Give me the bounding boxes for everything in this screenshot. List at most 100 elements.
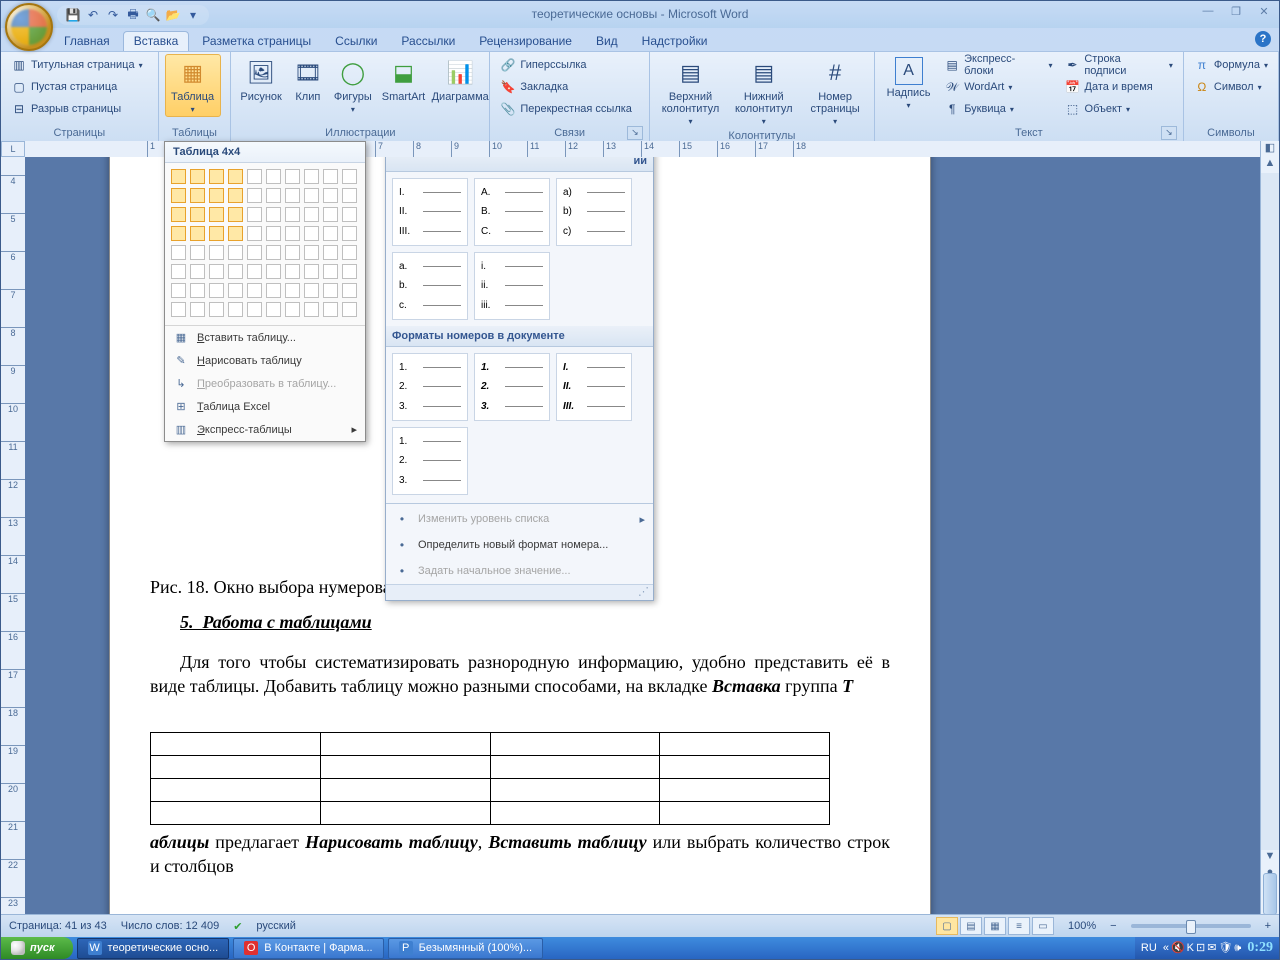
grid-cell[interactable] (209, 283, 224, 298)
grid-cell[interactable] (190, 207, 205, 222)
grid-cell[interactable] (285, 207, 300, 222)
btn-hyperlink[interactable]: Гиперссылка (496, 54, 636, 76)
grid-cell[interactable] (228, 302, 243, 317)
btn-shapes[interactable]: Фигуры (331, 54, 375, 117)
grid-cell[interactable] (342, 226, 357, 241)
grid-cell[interactable] (190, 245, 205, 260)
grid-cell[interactable] (228, 207, 243, 222)
tab-review[interactable]: Рецензирование (468, 31, 583, 51)
tab-addins[interactable]: Надстройки (631, 31, 719, 51)
grid-cell[interactable] (266, 169, 281, 184)
ruler-toggle-icon[interactable]: ◧ (1261, 141, 1279, 157)
grid-cell[interactable] (266, 207, 281, 222)
start-button[interactable]: пуск (1, 937, 73, 959)
grid-cell[interactable] (323, 169, 338, 184)
btn-header[interactable]: Верхний колонтитул (656, 54, 725, 129)
grid-cell[interactable] (285, 188, 300, 203)
grid-cell[interactable] (209, 207, 224, 222)
btn-footer[interactable]: Нижний колонтитул (729, 54, 798, 129)
grid-cell[interactable] (228, 169, 243, 184)
grid-cell[interactable] (285, 169, 300, 184)
view-draft[interactable]: ▭ (1032, 917, 1054, 935)
tab-view[interactable]: Вид (585, 31, 629, 51)
grid-cell[interactable] (190, 169, 205, 184)
qat-save-icon[interactable]: 💾 (65, 7, 81, 23)
grid-cell[interactable] (266, 226, 281, 241)
grid-cell[interactable] (285, 302, 300, 317)
vertical-ruler[interactable]: 456789101112131415161718192021222324 (1, 157, 26, 914)
vertical-scrollbar[interactable]: ◧ ▲ ▼ ● ⇑ ⇓ (1260, 141, 1279, 914)
taskbar-button[interactable]: PБезымянный (100%)... (388, 938, 543, 959)
scroll-down-button[interactable]: ▼ (1261, 850, 1279, 866)
grid-cell[interactable] (171, 302, 186, 317)
table-menu-item[interactable]: ▥Экспресс-таблицы▸ (165, 418, 365, 441)
links-launcher[interactable]: ↘ (627, 126, 643, 140)
grid-cell[interactable] (285, 264, 300, 279)
gallery-thumb[interactable]: a)b)c) (556, 178, 632, 246)
grid-cell[interactable] (171, 245, 186, 260)
grid-cell[interactable] (342, 245, 357, 260)
tray-clock[interactable]: 0:29 (1247, 940, 1273, 956)
grid-cell[interactable] (285, 226, 300, 241)
grid-cell[interactable] (323, 188, 338, 203)
grid-cell[interactable] (266, 188, 281, 203)
tray-lang[interactable]: RU (1141, 942, 1157, 954)
grid-cell[interactable] (304, 169, 319, 184)
btn-crossref[interactable]: Перекрестная ссылка (496, 98, 636, 120)
grid-cell[interactable] (266, 302, 281, 317)
grid-cell[interactable] (209, 264, 224, 279)
grid-cell[interactable] (342, 264, 357, 279)
grid-cell[interactable] (266, 264, 281, 279)
btn-object[interactable]: Объект (1061, 98, 1177, 120)
view-print-layout[interactable]: ▢ (936, 917, 958, 935)
btn-picture[interactable]: Рисунок (237, 54, 285, 106)
office-button[interactable] (5, 3, 53, 51)
grid-cell[interactable] (342, 302, 357, 317)
table-size-grid[interactable] (165, 163, 365, 325)
btn-symbol[interactable]: Символ (1190, 76, 1272, 98)
grid-cell[interactable] (247, 207, 262, 222)
gallery-thumb[interactable]: 1.2.3. (474, 353, 550, 421)
help-button[interactable]: ? (1255, 31, 1271, 47)
grid-cell[interactable] (190, 226, 205, 241)
taskbar-button[interactable]: OВ Контакте | Фарма... (233, 938, 383, 959)
grid-cell[interactable] (171, 283, 186, 298)
btn-blank-page[interactable]: ▢Пустая страница (7, 76, 147, 98)
grid-cell[interactable] (171, 264, 186, 279)
tray-icon[interactable]: « (1163, 942, 1169, 954)
tray-icon[interactable]: 🔇 (1171, 942, 1185, 954)
tray-icon[interactable]: ⊡ (1196, 942, 1205, 954)
table-menu-item[interactable]: ▦Вставить таблицу... (165, 326, 365, 349)
gallery-thumb[interactable]: I.II.III. (556, 353, 632, 421)
gallery-thumb[interactable]: 1.2.3. (392, 427, 468, 495)
scroll-up-button[interactable]: ▲ (1261, 157, 1279, 173)
grid-cell[interactable] (304, 207, 319, 222)
tab-references[interactable]: Ссылки (324, 31, 388, 51)
grid-cell[interactable] (342, 188, 357, 203)
gallery-thumb[interactable]: i.ii.iii. (474, 252, 550, 320)
ruler-corner[interactable]: L (1, 141, 25, 157)
status-language[interactable]: русский (256, 920, 295, 932)
grid-cell[interactable] (247, 283, 262, 298)
btn-wordart[interactable]: WordArt (940, 76, 1056, 98)
grid-cell[interactable] (304, 245, 319, 260)
grid-cell[interactable] (171, 188, 186, 203)
grid-cell[interactable] (323, 264, 338, 279)
grid-cell[interactable] (247, 169, 262, 184)
grid-cell[interactable] (342, 169, 357, 184)
tab-home[interactable]: Главная (53, 31, 121, 51)
grid-cell[interactable] (323, 283, 338, 298)
btn-quickparts[interactable]: ▤Экспресс-блоки (940, 54, 1056, 76)
text-launcher[interactable]: ↘ (1161, 126, 1177, 140)
grid-cell[interactable] (304, 302, 319, 317)
tray-icon[interactable]: K (1187, 942, 1194, 954)
btn-smartart[interactable]: SmartArt (379, 54, 428, 106)
grid-cell[interactable] (323, 226, 338, 241)
grid-cell[interactable] (266, 245, 281, 260)
restore-button[interactable]: ❐ (1225, 3, 1247, 19)
tab-insert[interactable]: Вставка (123, 31, 190, 51)
gallery-thumb[interactable]: A.B.C. (474, 178, 550, 246)
grid-cell[interactable] (190, 302, 205, 317)
grid-cell[interactable] (304, 188, 319, 203)
gallery-thumb[interactable]: I.II.III. (392, 178, 468, 246)
